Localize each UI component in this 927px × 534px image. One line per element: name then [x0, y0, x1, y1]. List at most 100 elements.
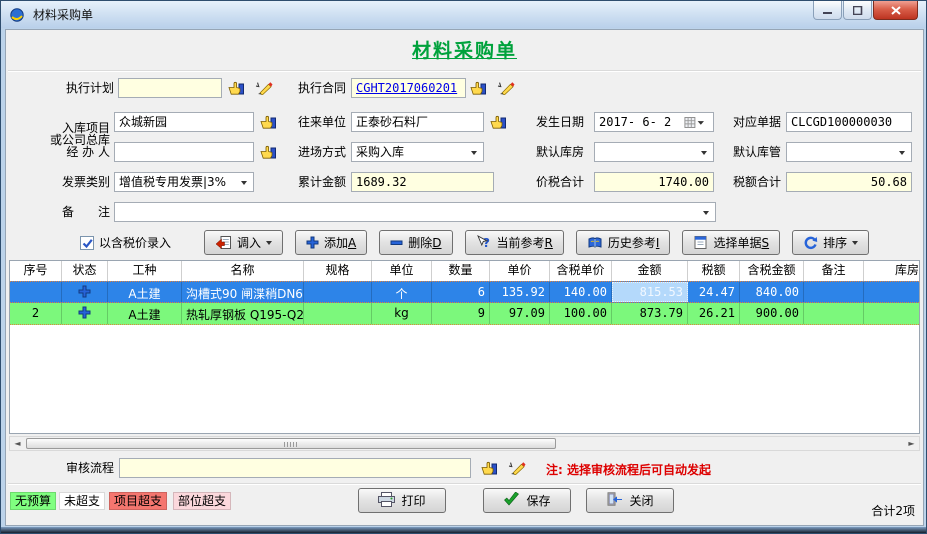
divider — [8, 70, 921, 72]
table-cell[interactable] — [804, 282, 864, 302]
table-cell[interactable] — [864, 282, 920, 302]
column-header[interactable]: 名称 — [182, 261, 304, 281]
table-cell[interactable]: 6 — [432, 282, 490, 302]
close-form-button[interactable]: 关闭 — [586, 488, 674, 513]
table-cell[interactable]: 沟槽式90 闸渫稍DN6! — [182, 282, 304, 302]
print-button[interactable]: 打印 — [358, 488, 446, 513]
column-header[interactable]: 税额 — [688, 261, 740, 281]
svg-text:?: ? — [483, 236, 490, 250]
table-cell[interactable]: 2 — [10, 303, 62, 324]
table-cell[interactable]: 97.09 — [490, 303, 550, 324]
hand-picker-icon[interactable] — [468, 80, 488, 96]
exec-contract-label: 执行合同 — [289, 78, 346, 98]
maximize-button[interactable] — [843, 1, 872, 20]
tax-entry-checkbox[interactable] — [80, 236, 94, 250]
clear-pencil-icon[interactable] — [496, 80, 516, 96]
titlebar: 材料采购单 — [1, 1, 926, 28]
sort-button[interactable]: 排序 — [792, 230, 869, 255]
status-badge: 部位超支 — [173, 492, 231, 510]
default-warehouse-select[interactable] — [594, 142, 714, 162]
table-cell[interactable]: A土建 — [108, 303, 182, 324]
hand-picker-icon[interactable] — [226, 80, 246, 96]
column-header[interactable]: 数量 — [432, 261, 490, 281]
table-cell[interactable]: 873.79 — [612, 303, 688, 324]
history-ref-button[interactable]: 历史参考I — [576, 230, 671, 255]
sort-refresh-icon — [803, 236, 818, 250]
exec-plan-input[interactable] — [118, 78, 222, 98]
scrollbar-grip-icon — [284, 442, 298, 447]
project-input[interactable]: 众城新园 — [114, 112, 254, 132]
default-keeper-select[interactable] — [786, 142, 912, 162]
approval-flow-input[interactable] — [119, 458, 471, 478]
table-cell[interactable] — [864, 303, 920, 324]
table-cell[interactable]: 9 — [432, 303, 490, 324]
calendar-icon[interactable] — [684, 114, 704, 130]
hand-picker-icon[interactable] — [258, 114, 278, 130]
save-button[interactable]: 保存 — [483, 488, 571, 513]
remark-select[interactable] — [114, 202, 716, 222]
table-cell[interactable]: 815.53 — [612, 282, 688, 302]
minimize-button[interactable] — [813, 1, 842, 20]
table-cell[interactable]: 100.00 — [550, 303, 612, 324]
table-row[interactable]: 2 A土建热轧厚钢板 Q195-Q2: kg997.09100.00873.7926… — [10, 303, 919, 325]
delete-button[interactable]: 删除D — [379, 230, 452, 255]
invoice-type-select[interactable]: 增值税专用发票|3% — [114, 172, 254, 192]
handler-input[interactable] — [114, 142, 254, 162]
table-cell[interactable] — [304, 282, 372, 302]
column-header[interactable]: 序号 — [10, 261, 62, 281]
column-header[interactable]: 单位 — [372, 261, 432, 281]
table-cell[interactable]: 135.92 — [490, 282, 550, 302]
check-icon — [82, 238, 93, 249]
column-header[interactable]: 含税金额 — [740, 261, 804, 281]
table-cell[interactable] — [10, 282, 62, 302]
column-header[interactable]: 工种 — [108, 261, 182, 281]
table-cell[interactable] — [804, 303, 864, 324]
scroll-left-arrow-icon[interactable]: ◄ — [11, 438, 24, 449]
column-header[interactable]: 单价 — [490, 261, 550, 281]
status-badge: 未超支 — [59, 492, 105, 510]
divider — [8, 483, 921, 485]
entry-mode-select[interactable]: 采购入库 — [351, 142, 484, 162]
add-button[interactable]: 添加A — [295, 230, 367, 255]
select-doc-button[interactable]: 选择单据S — [682, 230, 780, 255]
current-ref-button[interactable]: ?当前参考R — [465, 230, 564, 255]
table-cell[interactable]: 900.00 — [740, 303, 804, 324]
exec-contract-link[interactable]: CGHT2017060201 — [351, 78, 466, 98]
column-header[interactable]: 备注 — [804, 261, 864, 281]
table-cell[interactable]: kg — [372, 303, 432, 324]
horizontal-scrollbar[interactable]: ◄ ► — [9, 436, 920, 451]
status-badge: 无预算 — [10, 492, 56, 510]
column-header[interactable]: 状态 — [62, 261, 108, 281]
import-button[interactable]: 调入 — [204, 230, 283, 255]
hand-picker-icon[interactable] — [479, 460, 499, 476]
column-header[interactable]: 库房名称 — [864, 261, 920, 281]
ref-doc-input[interactable]: CLCGD100000030 — [786, 112, 912, 132]
table-row[interactable]: A土建沟槽式90 闸渫稍DN6! 个6135.92140.00815.5324.4… — [10, 281, 919, 303]
table-cell[interactable]: A土建 — [108, 282, 182, 302]
table-cell[interactable] — [304, 303, 372, 324]
table-cell[interactable] — [62, 303, 108, 324]
clear-pencil-icon[interactable] — [254, 80, 274, 96]
scroll-right-arrow-icon[interactable]: ► — [905, 438, 918, 449]
chevron-down-icon — [266, 241, 272, 248]
sum-with-tax-label: 价税合计 — [527, 172, 584, 192]
close-button[interactable] — [873, 1, 918, 20]
table-cell[interactable]: 26.21 — [688, 303, 740, 324]
table-cell[interactable]: 24.47 — [688, 282, 740, 302]
hand-picker-icon[interactable] — [488, 114, 508, 130]
clear-pencil-icon[interactable] — [507, 460, 527, 476]
scrollbar-thumb[interactable] — [26, 438, 556, 449]
approval-note: 注: 选择审核流程后可自动发起 — [546, 461, 711, 478]
vendor-input[interactable]: 正泰砂石料厂 — [351, 112, 484, 132]
table-cell[interactable]: 140.00 — [550, 282, 612, 302]
table-cell[interactable] — [62, 282, 108, 302]
table-cell[interactable]: 个 — [372, 282, 432, 302]
column-header[interactable]: 规格 — [304, 261, 372, 281]
column-header[interactable]: 金额 — [612, 261, 688, 281]
hand-picker-icon[interactable] — [258, 144, 278, 160]
table-cell[interactable]: 热轧厚钢板 Q195-Q2: — [182, 303, 304, 324]
column-header[interactable]: 含税单价 — [550, 261, 612, 281]
page-title: 材料采购单 — [6, 36, 923, 63]
toolbar-buttons: 调入添加A 删除D ?当前参考R 历史参考I 选择单据S 排序 — [204, 230, 869, 255]
table-cell[interactable]: 840.00 — [740, 282, 804, 302]
